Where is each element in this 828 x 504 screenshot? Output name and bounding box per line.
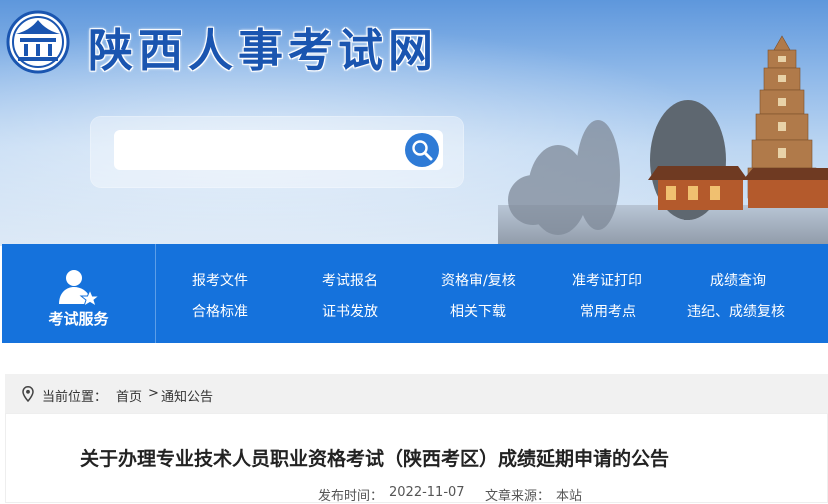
source-value: 本站 bbox=[556, 489, 583, 504]
search-icon bbox=[412, 140, 433, 161]
search-button-circle bbox=[405, 133, 439, 167]
user-badge-icon bbox=[59, 270, 99, 306]
nav-link-exam-registration[interactable]: 考试报名 bbox=[322, 270, 378, 290]
breadcrumb: 当前位置： 首页 > 通知公告 bbox=[5, 374, 828, 413]
exam-service-label: 考试服务 bbox=[48, 310, 109, 328]
article-title: 关于办理专业技术人员职业资格考试（陕西考区）成绩延期申请的公告 bbox=[80, 448, 670, 470]
search-button[interactable] bbox=[401, 130, 443, 170]
nav-link-pass-standard[interactable]: 合格标准 bbox=[192, 301, 248, 321]
main-nav: 考试服务 报考文件 考试报名 资格审/复核 准考证打印 成绩查询 合格标准 证书… bbox=[2, 244, 828, 343]
pagoda-scene-image bbox=[498, 35, 828, 246]
breadcrumb-current-link[interactable]: 通知公告 bbox=[161, 386, 213, 405]
nav-link-downloads[interactable]: 相关下载 bbox=[450, 301, 506, 321]
breadcrumb-home-link[interactable]: 首页 bbox=[116, 386, 142, 405]
exam-service-tile[interactable]: 考试服务 bbox=[2, 244, 155, 343]
breadcrumb-separator: > bbox=[148, 386, 159, 401]
header-banner: 陕西人事考试网 bbox=[0, 0, 828, 246]
nav-links: 报考文件 考试报名 资格审/复核 准考证打印 成绩查询 合格标准 证书发放 相关… bbox=[156, 244, 828, 343]
nav-link-exam-venues[interactable]: 常用考点 bbox=[580, 301, 636, 321]
site-logo-icon bbox=[6, 10, 70, 74]
nav-link-admission-ticket[interactable]: 准考证打印 bbox=[572, 270, 642, 290]
location-pin-icon bbox=[22, 386, 34, 402]
publish-label: 发布时间： bbox=[318, 489, 384, 504]
breadcrumb-prefix: 当前位置： bbox=[42, 390, 108, 405]
source-label: 文章来源： bbox=[485, 489, 551, 504]
nav-link-certificate-issue[interactable]: 证书发放 bbox=[322, 301, 378, 321]
nav-link-violation-review[interactable]: 违纪、成绩复核 bbox=[687, 301, 785, 321]
search-input[interactable] bbox=[114, 130, 404, 170]
nav-link-exam-documents[interactable]: 报考文件 bbox=[192, 270, 248, 290]
publish-date: 2022-11-07 bbox=[389, 485, 465, 500]
nav-link-score-query[interactable]: 成绩查询 bbox=[710, 270, 766, 290]
site-title: 陕西人事考试网 bbox=[88, 24, 439, 77]
nav-link-qualification-review[interactable]: 资格审/复核 bbox=[441, 270, 516, 290]
